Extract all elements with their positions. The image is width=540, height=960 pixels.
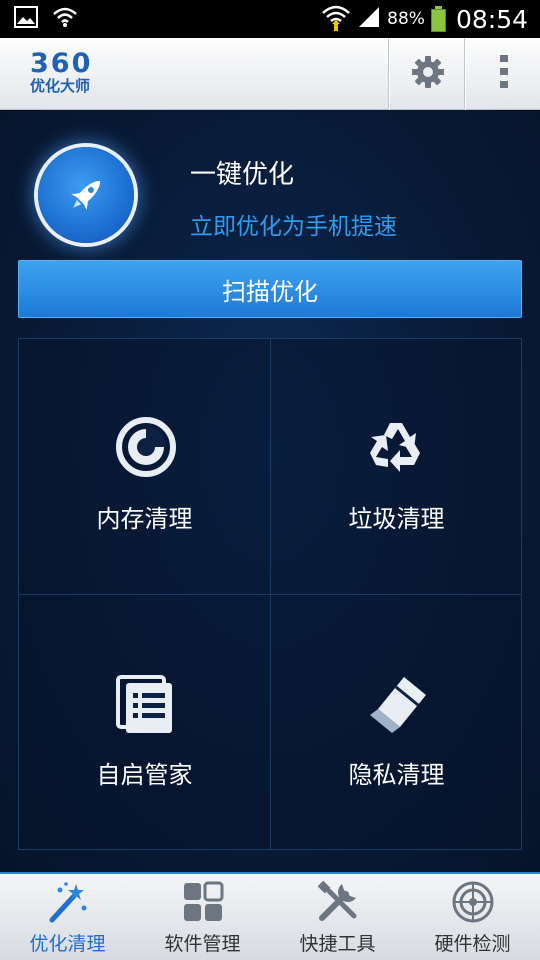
tile-label: 隐私清理 [348, 761, 445, 789]
memory-clean-icon [114, 415, 178, 479]
recycle-icon [366, 415, 430, 479]
cell-signal-icon [357, 5, 381, 33]
nav-tab-optimize-clean[interactable]: 优化清理 [0, 874, 135, 960]
header-divider [464, 38, 466, 110]
hero-title: 一键优化 [190, 160, 295, 190]
image-icon [14, 6, 38, 32]
scan-optimize-button[interactable]: 扫描优化 [18, 260, 522, 318]
rocket-icon [62, 171, 110, 223]
one-click-optimize-button[interactable] [38, 147, 134, 243]
nav-label: 硬件检测 [434, 933, 511, 955]
bottom-nav: 优化清理 软件管理 快捷工具 硬件检测 [0, 872, 540, 960]
tile-label: 自启管家 [96, 761, 193, 789]
nav-label: 优化清理 [29, 933, 106, 955]
nav-tab-quick-tools[interactable]: 快捷工具 [270, 874, 405, 960]
tools-icon [316, 880, 360, 924]
clock: 08:54 [455, 4, 528, 34]
settings-gear-icon [411, 55, 445, 93]
app-logo: 360 优化大师 [30, 50, 120, 98]
nav-tab-software-manager[interactable]: 软件管理 [135, 874, 270, 960]
hero-subtitle: 立即优化为手机提速 [190, 214, 397, 240]
nav-tab-hardware-check[interactable]: 硬件检测 [405, 874, 540, 960]
status-bar: 88% 08:54 [0, 0, 540, 38]
battery-icon [430, 6, 446, 32]
settings-button[interactable] [391, 38, 465, 110]
nav-label: 软件管理 [164, 933, 241, 955]
app-header: 360 优化大师 [0, 38, 540, 110]
magic-wand-icon [46, 880, 90, 924]
wifi-icon [52, 6, 78, 32]
app-grid-icon [181, 880, 225, 924]
feature-grid: 内存清理 垃圾清理 自启管家 隐私清理 [18, 338, 522, 850]
radar-icon [451, 880, 495, 924]
battery-percent: 88% [387, 9, 425, 29]
list-icon [114, 671, 178, 735]
tile-junk-clean[interactable]: 垃圾清理 [271, 339, 522, 594]
tile-label: 垃圾清理 [348, 505, 445, 533]
logo-number: 360 [30, 48, 93, 79]
tile-label: 内存清理 [96, 505, 193, 533]
wifi-signal-icon [321, 3, 351, 35]
main-panel: 一键优化 立即优化为手机提速 扫描优化 内存清理 垃圾清理 自启管家 隐私清理 [0, 110, 540, 872]
more-vertical-icon [499, 54, 509, 94]
tile-memory-clean[interactable]: 内存清理 [19, 339, 270, 594]
tile-privacy-clean[interactable]: 隐私清理 [271, 595, 522, 850]
nav-label: 快捷工具 [299, 933, 376, 955]
eraser-icon [366, 671, 430, 735]
tile-autostart-manager[interactable]: 自启管家 [19, 595, 270, 850]
more-menu-button[interactable] [467, 38, 540, 110]
logo-name: 优化大师 [30, 77, 91, 95]
header-divider [388, 38, 390, 110]
